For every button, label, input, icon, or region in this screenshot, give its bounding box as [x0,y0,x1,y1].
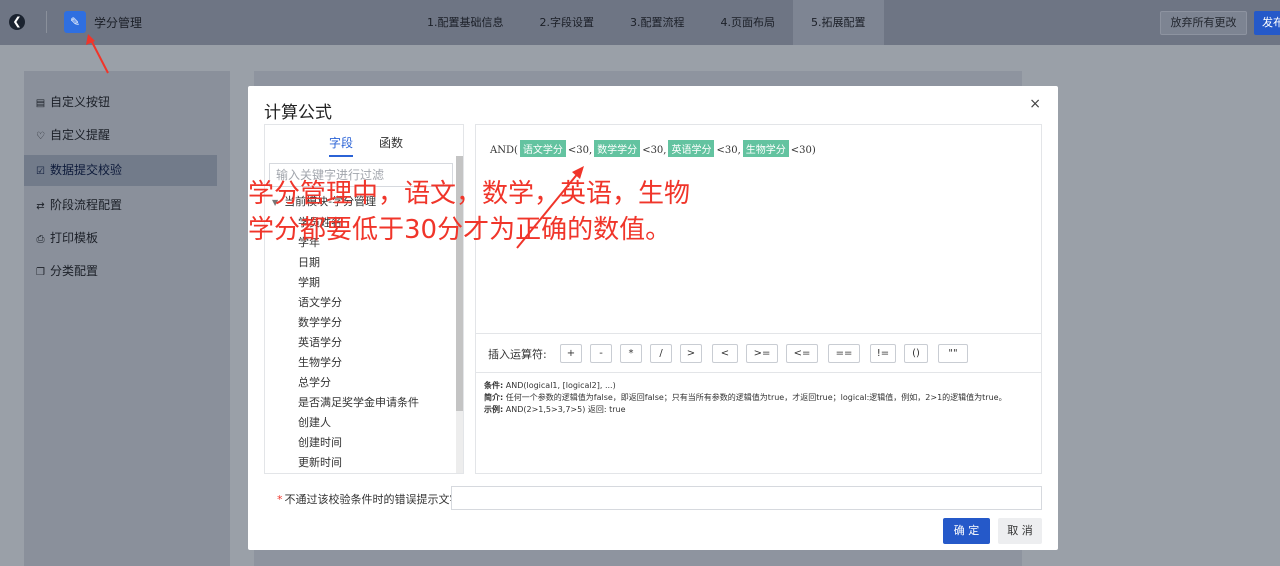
sidebar-item-print-template[interactable]: ⎙ 打印模板 [24,223,217,254]
step-extension-config[interactable]: 5.拓展配置 [793,0,884,45]
intro-label: 简介: [484,393,504,402]
top-bar: ❮ ✎ 学分管理 1.配置基础信息 2.字段设置 3.配置流程 4.页面布局 5… [0,0,1280,45]
operator-divide-button[interactable]: / [650,344,672,363]
operator-not-equal-button[interactable]: != [870,344,896,363]
operator-minus-button[interactable]: - [590,344,612,363]
print-icon: ⎙ [36,234,45,245]
field-item[interactable]: 日期 [298,253,419,273]
operator-quotes-button[interactable]: "" [938,344,968,363]
back-icon[interactable]: ❮ [9,14,25,30]
formula-operand: <30, [567,145,593,156]
sidebar-item-label: 自定义按钮 [50,95,111,109]
field-tag[interactable]: 英语学分 [668,140,715,157]
close-icon[interactable]: × [1029,96,1041,112]
condition-text: AND(logical1, [logical2], ...) [505,381,616,390]
operator-equal-button[interactable]: == [828,344,860,363]
field-tag[interactable]: 生物学分 [742,140,789,157]
operator-toolbar: 插入运算符: + - * / > < >= <= == != () "" [476,333,1041,373]
formula-operand: <30, [642,145,667,156]
formula-dialog: 计算公式 × 字段 函数 ▼当前模块-学分管理 学员姓名 学年 日期 学期 语文… [248,86,1058,550]
sidebar-item-data-validation[interactable]: ☑ 数据提交校验 [24,155,217,186]
field-item[interactable]: 学期 [298,273,419,293]
required-asterisk: * [277,493,283,506]
field-item[interactable]: 英语学分 [298,333,419,353]
field-item[interactable]: 创建人 [298,413,419,433]
divider [46,11,47,33]
intro-text: 任何一个参数的逻辑值为false，即返回false；只有当所有参数的逻辑值为tr… [505,393,1007,402]
operators-label: 插入运算符: [488,348,547,361]
annotation-line-1: 学分管理中，语文，数学，英语，生物 [248,179,691,209]
field-tag[interactable]: 数学学分 [594,140,641,157]
error-message-input[interactable] [451,486,1042,510]
annotation-note: 学分管理中，语文，数学，英语，生物 学分都要低于30分才为正确的数值。 [248,176,690,248]
step-field-settings[interactable]: 2.字段设置 [522,0,613,45]
field-item[interactable]: 更新时间 [298,453,419,473]
error-message-label-text: 不通过该校验条件时的错误提示文字 [284,493,461,506]
field-tag[interactable]: 语文学分 [519,140,566,157]
app-title: 学分管理 [94,16,143,30]
cancel-button[interactable]: 取 消 [998,518,1042,544]
operator-lte-button[interactable]: <= [786,344,818,363]
error-message-label: * 不通过该校验条件时的错误提示文字 [277,491,461,507]
operator-less-button[interactable]: < [712,344,738,363]
reminder-icon: ♡ [36,131,45,142]
confirm-button[interactable]: 确 定 [943,518,990,544]
field-item[interactable]: 生物学分 [298,353,419,373]
condition-label: 条件: [484,381,504,390]
function-description: 条件: AND(logical1, [logical2], ...) 简介: 任… [484,380,1036,416]
dialog-title: 计算公式 [264,103,332,123]
sidebar-item-label: 打印模板 [50,231,99,245]
button-icon: ▤ [35,98,46,109]
field-item[interactable]: 是否满足奖学金申请条件 [298,393,419,413]
operator-multiply-button[interactable]: * [620,344,642,363]
formula-text[interactable]: AND(语文学分 <30, 数学学分 <30, 英语学分 <30, 生物学分 <30) [490,140,816,157]
operator-plus-button[interactable]: + [560,344,582,363]
field-item[interactable]: 创建时间 [298,433,419,453]
annotation-line-2: 学分都要低于30分才为正确的数值。 [248,215,672,245]
panel-tabs: 字段 函数 [265,125,463,157]
validation-icon: ☑ [36,166,45,177]
discard-changes-button[interactable]: 放弃所有更改 [1160,11,1247,35]
formula-operand: <30) [790,145,816,156]
step-basic-info[interactable]: 1.配置基础信息 [409,0,522,45]
operator-greater-button[interactable]: > [680,344,702,363]
category-icon: ❐ [36,267,45,278]
formula-operand: <30, [716,145,741,156]
example-label: 示例: [484,405,504,414]
active-tab-indicator [329,155,353,157]
step-nav: 1.配置基础信息 2.字段设置 3.配置流程 4.页面布局 5.拓展配置 [409,0,884,45]
sidebar-item-category-config[interactable]: ❐ 分类配置 [24,256,217,287]
field-item[interactable]: 总学分 [298,373,419,393]
operator-parentheses-button[interactable]: () [904,344,928,363]
workflow-icon: ⇄ [36,201,45,212]
sidebar-item-label: 分类配置 [50,264,99,278]
sidebar-item-label: 阶段流程配置 [50,198,123,212]
sidebar-item-custom-reminder[interactable]: ♡ 自定义提醒 [24,120,217,151]
app-form-icon: ✎ [64,11,86,33]
field-item[interactable]: 语文学分 [298,293,419,313]
formula-function: AND( [490,145,518,156]
sidebar-item-label: 自定义提醒 [50,128,111,142]
operator-gte-button[interactable]: >= [746,344,778,363]
step-workflow[interactable]: 3.配置流程 [612,0,703,45]
sidebar-item-label: 数据提交校验 [50,163,123,177]
tab-functions[interactable]: 函数 [379,134,403,151]
sidebar: ▤ 自定义按钮 ♡ 自定义提醒 ☑ 数据提交校验 ⇄ 阶段流程配置 ⎙ 打印模板 ❐ 分类配… [24,71,230,566]
tab-fields[interactable]: 字段 [329,134,353,151]
field-list: 学员姓名 学年 日期 学期 语文学分 数学学分 英语学分 生物学分 总学分 是否… [298,213,419,473]
sidebar-item-stage-workflow[interactable]: ⇄ 阶段流程配置 [24,190,217,221]
sidebar-item-custom-button[interactable]: ▤ 自定义按钮 [24,87,217,118]
field-item[interactable]: 数学学分 [298,313,419,333]
publish-button[interactable]: 发布 [1254,11,1280,35]
step-page-layout[interactable]: 4.页面布局 [703,0,794,45]
example-text: AND(2>1,5>3,7>5) 返回: true [505,405,626,414]
